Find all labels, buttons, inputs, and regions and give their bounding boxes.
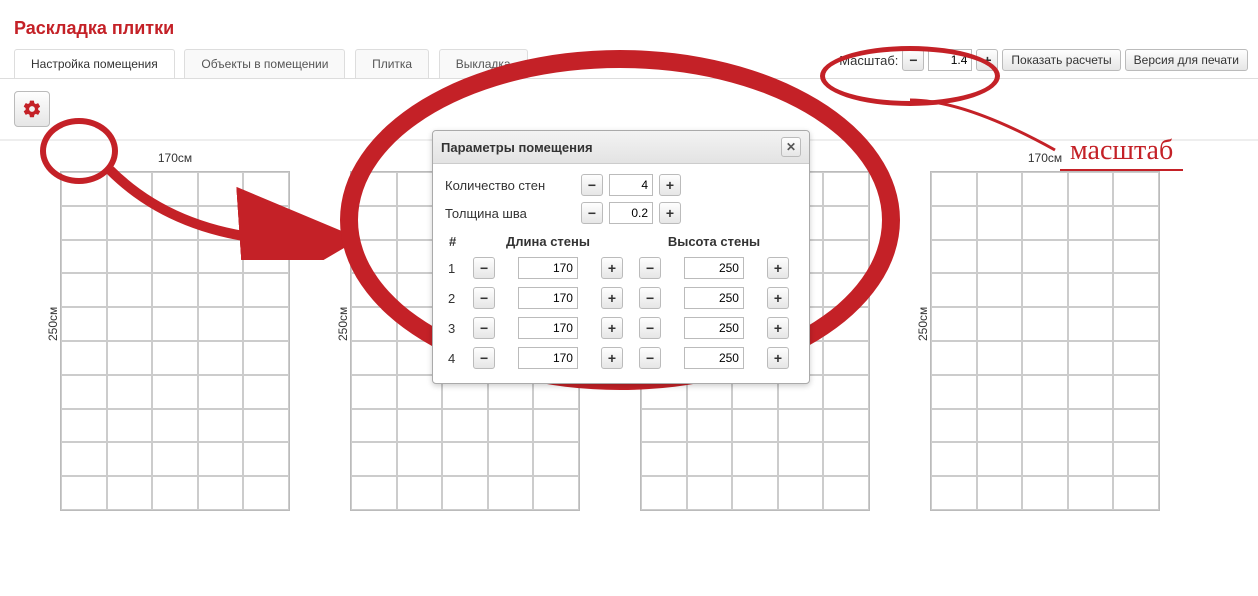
col-length: Длина стены	[465, 230, 631, 253]
len-plus[interactable]: +	[601, 257, 623, 279]
len-input[interactable]	[518, 287, 578, 309]
len-minus[interactable]: −	[473, 257, 495, 279]
wall-1: 170см 250см	[60, 151, 290, 511]
tile-grid[interactable]	[60, 171, 290, 511]
wall-height-label: 250см	[336, 307, 350, 341]
h-minus[interactable]: −	[639, 317, 661, 339]
seam-minus[interactable]: −	[581, 202, 603, 224]
right-controls: Масштаб: − + Показать расчеты Версия для…	[839, 49, 1248, 71]
tab-layout[interactable]: Выкладка	[439, 49, 528, 78]
gear-icon	[22, 99, 42, 119]
wall-height-label: 250см	[46, 307, 60, 341]
len-input[interactable]	[518, 317, 578, 339]
row-index: 2	[445, 283, 465, 313]
len-minus[interactable]: −	[473, 287, 495, 309]
h-input[interactable]	[684, 347, 744, 369]
h-minus[interactable]: −	[639, 257, 661, 279]
seam-input[interactable]	[609, 202, 653, 224]
scale-input[interactable]	[928, 49, 972, 71]
dialog-body: Количество стен − + Толщина шва − + # Дл…	[433, 164, 809, 383]
len-input[interactable]	[518, 257, 578, 279]
h-plus[interactable]: +	[767, 287, 789, 309]
tile-grid[interactable]	[930, 171, 1160, 511]
wall-height-label: 250см	[916, 307, 930, 341]
wall-count-plus[interactable]: +	[659, 174, 681, 196]
h-minus[interactable]: −	[639, 287, 661, 309]
scale-minus-button[interactable]: −	[902, 49, 924, 71]
wall-count-minus[interactable]: −	[581, 174, 603, 196]
dialog-header[interactable]: Параметры помещения ✕	[433, 131, 809, 164]
tab-room-settings[interactable]: Настройка помещения	[14, 49, 175, 78]
seam-label: Толщина шва	[445, 206, 575, 221]
seam-plus[interactable]: +	[659, 202, 681, 224]
wall-count-label: Количество стен	[445, 178, 575, 193]
h-plus[interactable]: +	[767, 317, 789, 339]
len-minus[interactable]: −	[473, 347, 495, 369]
wall-row: 2−+−+	[445, 283, 797, 313]
print-version-button[interactable]: Версия для печати	[1125, 49, 1248, 71]
wall-row: 4−+−+	[445, 343, 797, 373]
wall-row: 1−+−+	[445, 253, 797, 283]
h-input[interactable]	[684, 287, 744, 309]
len-input[interactable]	[518, 347, 578, 369]
h-input[interactable]	[684, 317, 744, 339]
col-height: Высота стены	[631, 230, 797, 253]
tab-objects[interactable]: Объекты в помещении	[184, 49, 345, 78]
dialog-title: Параметры помещения	[441, 140, 593, 155]
show-calculations-button[interactable]: Показать расчеты	[1002, 49, 1120, 71]
close-icon: ✕	[786, 140, 796, 154]
page-title: Раскладка плитки	[0, 0, 1258, 49]
wall-4: 170см 250см	[930, 151, 1160, 511]
h-minus[interactable]: −	[639, 347, 661, 369]
h-plus[interactable]: +	[767, 347, 789, 369]
dialog-close-button[interactable]: ✕	[781, 137, 801, 157]
wall-row: 3−+−+	[445, 313, 797, 343]
len-plus[interactable]: +	[601, 287, 623, 309]
room-params-button[interactable]	[14, 91, 50, 127]
len-minus[interactable]: −	[473, 317, 495, 339]
h-input[interactable]	[684, 257, 744, 279]
tab-bar: Настройка помещения Объекты в помещении …	[0, 49, 1258, 79]
wall-count-input[interactable]	[609, 174, 653, 196]
tab-tile[interactable]: Плитка	[355, 49, 429, 78]
h-plus[interactable]: +	[767, 257, 789, 279]
scale-plus-button[interactable]: +	[976, 49, 998, 71]
wall-width-label: 170см	[930, 151, 1160, 165]
row-index: 3	[445, 313, 465, 343]
scale-label: Масштаб:	[839, 53, 898, 68]
walls-table: # Длина стены Высота стены 1−+−+2−+−+3−+…	[445, 230, 797, 373]
len-plus[interactable]: +	[601, 347, 623, 369]
row-index: 4	[445, 343, 465, 373]
col-index: #	[445, 230, 465, 253]
len-plus[interactable]: +	[601, 317, 623, 339]
room-params-dialog: Параметры помещения ✕ Количество стен − …	[432, 130, 810, 384]
row-index: 1	[445, 253, 465, 283]
wall-width-label: 170см	[60, 151, 290, 165]
